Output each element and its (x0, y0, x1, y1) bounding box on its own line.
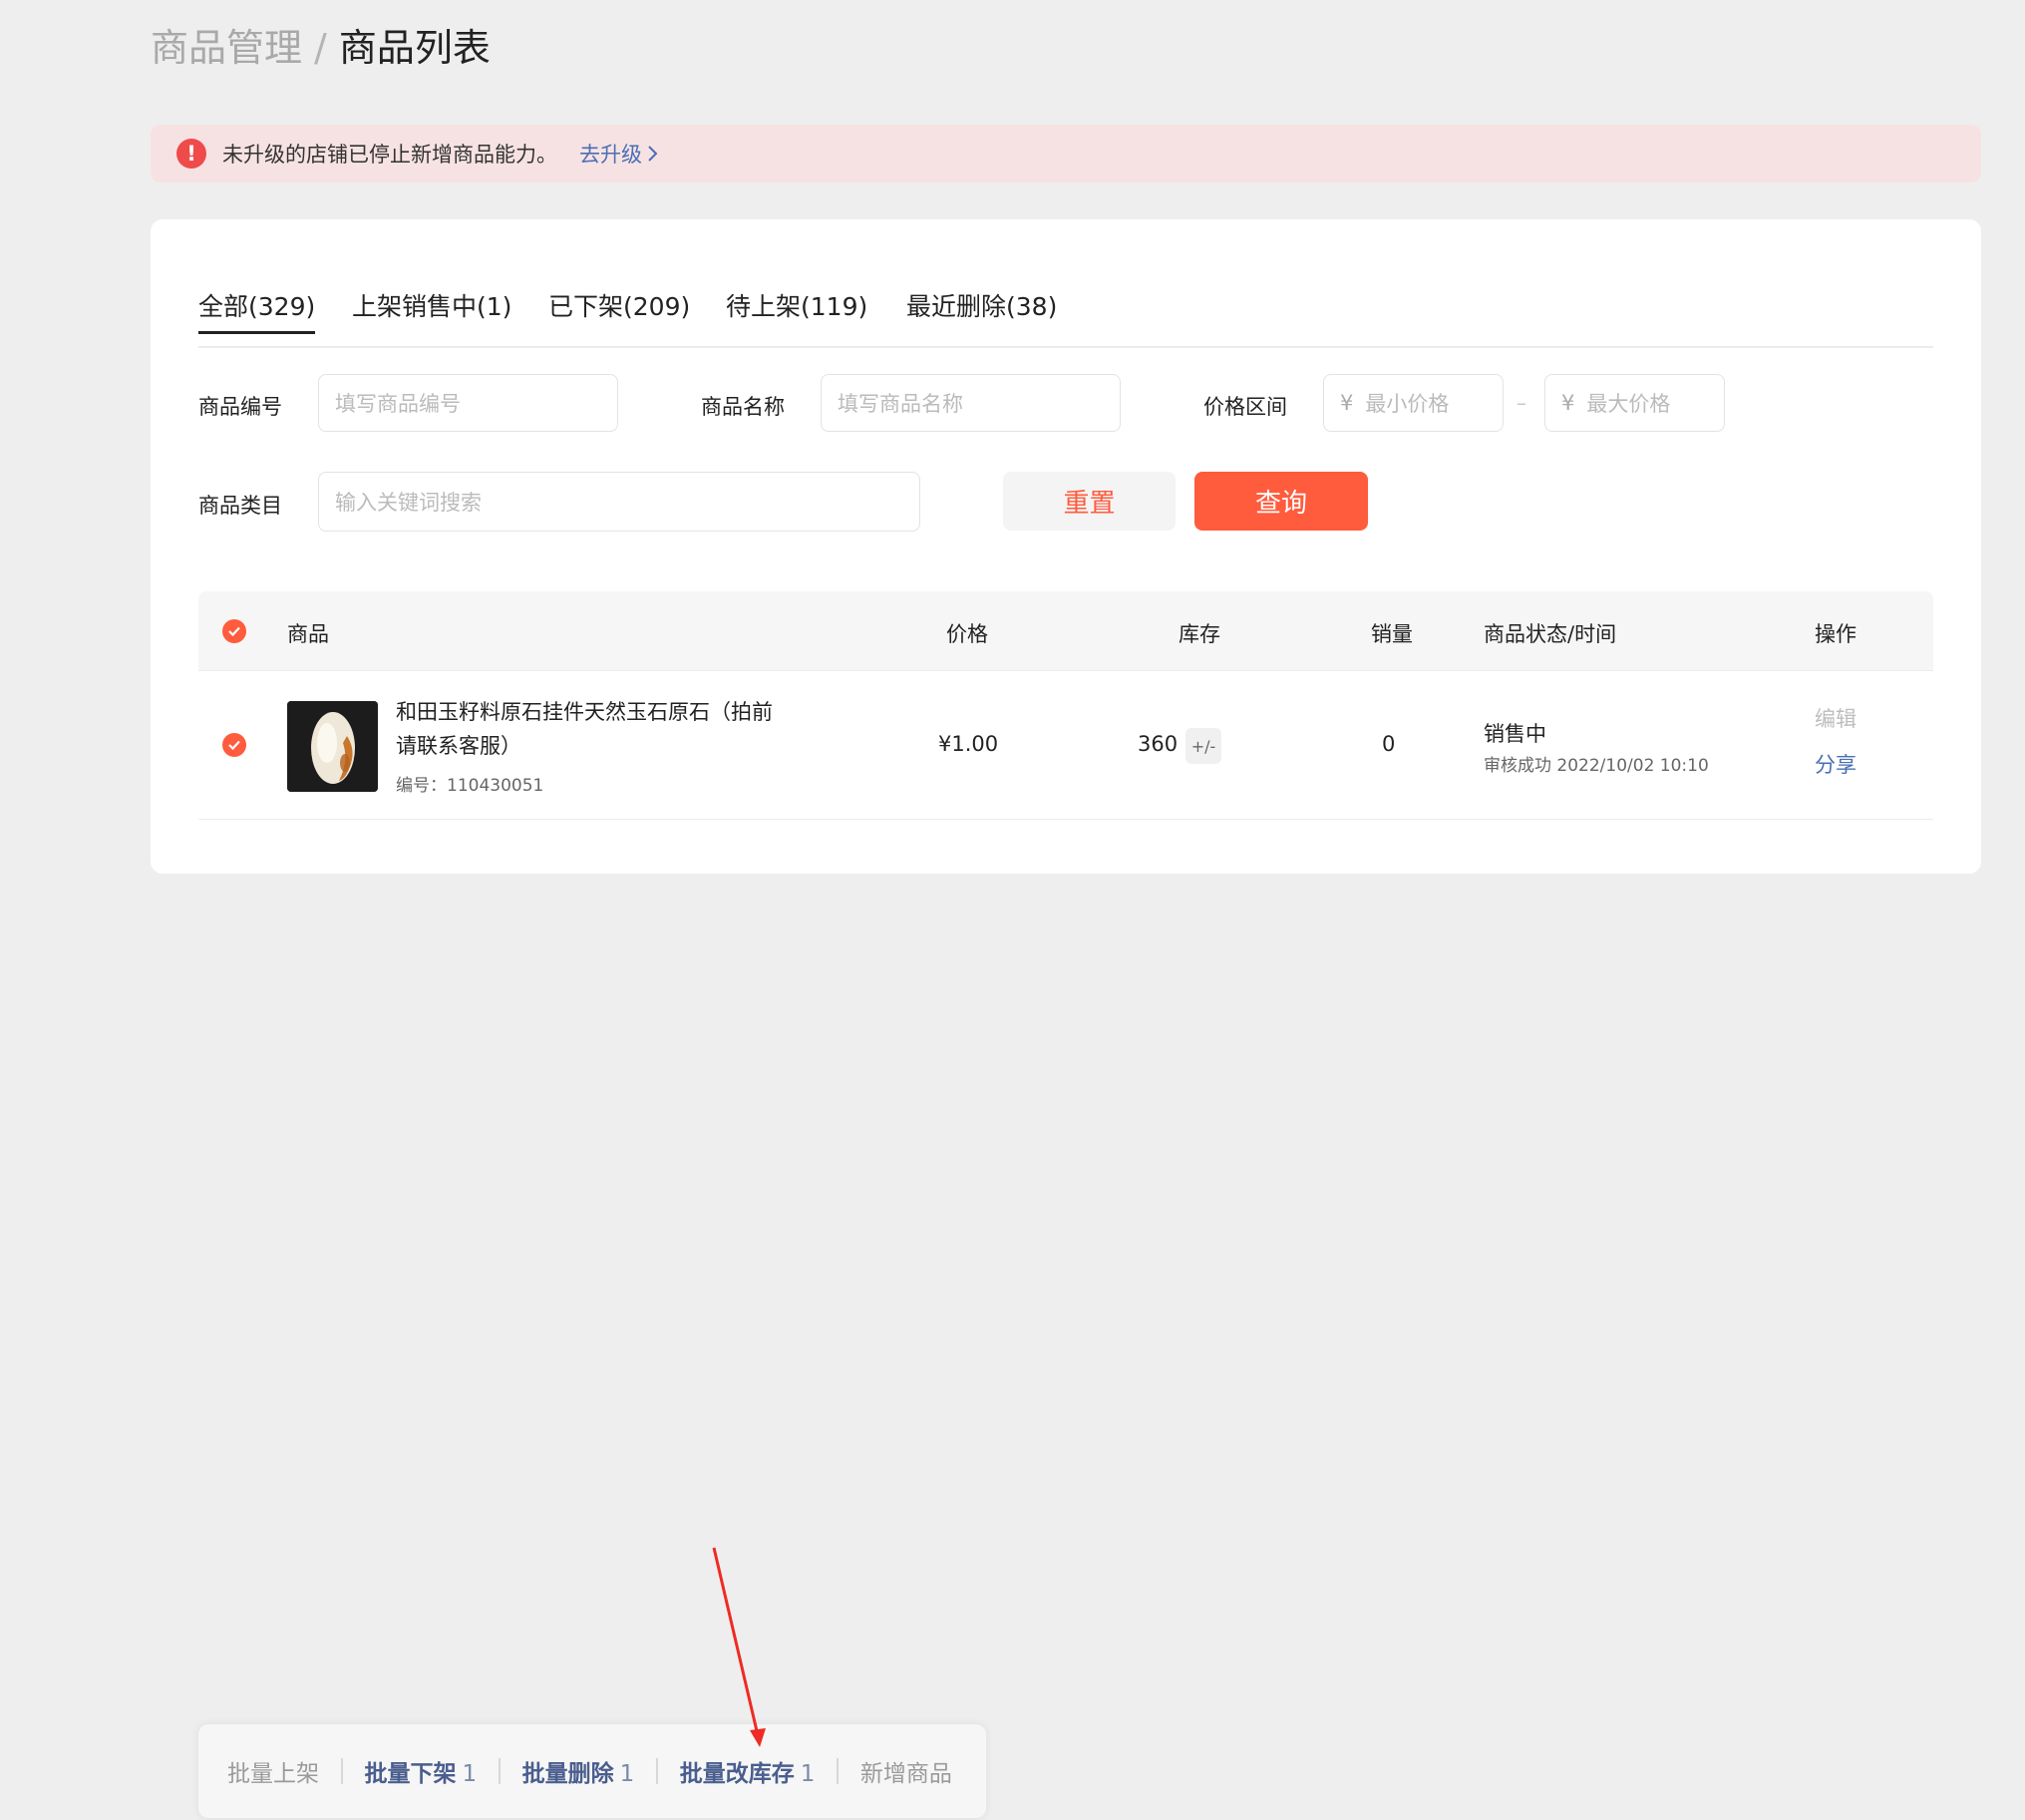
product-code: 编号：110430051 (396, 776, 544, 796)
price-range-label: 价格区间 (1203, 395, 1287, 419)
chevron-right-icon (648, 146, 658, 162)
tab-on-sale[interactable]: 上架销售中(1) (352, 287, 511, 323)
query-button[interactable]: 查询 (1194, 472, 1368, 531)
tab-off-shelf[interactable]: 已下架(209) (548, 287, 690, 323)
product-sales: 0 (1382, 732, 1396, 756)
header-product: 商品 (287, 622, 329, 646)
tab-all[interactable]: 全部(329) (198, 287, 316, 334)
batch-stock-label: 批量改库存 (679, 1761, 795, 1787)
share-link[interactable]: 分享 (1815, 749, 1856, 779)
header-sales: 销量 (1371, 622, 1413, 646)
table-header: 商品 价格 库存 销量 商品状态/时间 操作 (198, 591, 1933, 671)
batch-delete-button[interactable]: 批量删除 1 (522, 1754, 635, 1788)
row-checkbox[interactable] (222, 733, 246, 757)
reset-button[interactable]: 重置 (1003, 472, 1176, 531)
code-placeholder: 填写商品编号 (335, 392, 461, 416)
batch-unlist-count: 1 (462, 1761, 478, 1787)
product-price: ¥1.00 (938, 732, 999, 756)
code-input[interactable]: 填写商品编号 (318, 374, 618, 432)
category-search-input[interactable]: 输入关键词搜索 (318, 472, 920, 532)
category-placeholder: 输入关键词搜索 (335, 491, 482, 515)
min-price-placeholder: 最小价格 (1365, 392, 1450, 416)
bar-divider (837, 1758, 839, 1784)
check-icon (228, 626, 240, 637)
product-list-card: 全部(329) 上架销售中(1) 已下架(209) 待上架(119) 最近删除(… (151, 219, 1981, 874)
status-time: 审核成功 2022/10/02 10:10 (1484, 756, 1709, 776)
product-name[interactable]: 和田玉籽料原石挂件天然玉石原石（拍前请联系客服） (396, 695, 775, 763)
add-product-button[interactable]: 新增商品 (860, 1754, 952, 1788)
batch-unlist-button[interactable]: 批量下架 1 (365, 1754, 478, 1788)
category-label: 商品类目 (198, 494, 282, 518)
stock-edit-button[interactable]: +/- (1185, 728, 1221, 764)
upgrade-link[interactable]: 去升级 (579, 139, 658, 169)
breadcrumb-parent[interactable]: 商品管理 (151, 26, 302, 70)
batch-unlist-label: 批量下架 (364, 1761, 457, 1787)
max-price-input[interactable]: ¥ 最大价格 (1544, 374, 1725, 432)
batch-delete-label: 批量删除 (521, 1761, 614, 1787)
bar-divider (656, 1758, 658, 1784)
breadcrumb: 商品管理 / 商品列表 (151, 22, 491, 74)
name-label: 商品名称 (701, 395, 785, 419)
upgrade-alert: ! 未升级的店铺已停止新增商品能力。 去升级 (151, 125, 1981, 182)
tab-recently-deleted[interactable]: 最近删除(38) (906, 287, 1057, 323)
max-price-placeholder: 最大价格 (1586, 392, 1671, 416)
header-stock: 库存 (1179, 622, 1220, 646)
page-title: 商品列表 (338, 26, 491, 70)
range-dash: – (1517, 391, 1526, 415)
name-placeholder: 填写商品名称 (838, 392, 963, 416)
status-badge: 销售中 (1484, 722, 1546, 746)
header-status: 商品状态/时间 (1484, 622, 1617, 646)
header-ops: 操作 (1815, 622, 1856, 646)
product-stock: 360 (1138, 732, 1179, 756)
alert-text: 未升级的店铺已停止新增商品能力。 (222, 143, 557, 167)
batch-stock-count: 1 (800, 1761, 816, 1787)
min-price-input[interactable]: ¥ 最小价格 (1323, 374, 1504, 432)
currency-symbol: ¥ (1340, 391, 1354, 415)
edit-link[interactable]: 编辑 (1815, 703, 1856, 733)
currency-symbol: ¥ (1561, 391, 1575, 415)
table-row: 和田玉籽料原石挂件天然玉石原石（拍前请联系客服） 编号：110430051 ¥1… (198, 671, 1933, 820)
upgrade-link-label: 去升级 (579, 143, 642, 167)
bar-divider (499, 1758, 501, 1784)
exclamation-icon: ! (176, 139, 206, 169)
select-all-checkbox[interactable] (222, 619, 246, 643)
name-input[interactable]: 填写商品名称 (821, 374, 1121, 432)
bar-divider (341, 1758, 343, 1784)
tab-pending[interactable]: 待上架(119) (726, 287, 867, 323)
status-tabs: 全部(329) 上架销售中(1) 已下架(209) 待上架(119) 最近删除(… (198, 267, 1933, 348)
batch-action-bar: 批量上架 批量下架 1 批量删除 1 批量改库存 1 新增商品 (198, 1724, 986, 1818)
check-icon (228, 740, 240, 751)
breadcrumb-separator: / (314, 26, 327, 70)
product-thumbnail[interactable] (287, 701, 378, 792)
code-label: 商品编号 (198, 395, 282, 419)
header-price: 价格 (946, 622, 988, 646)
batch-list-button[interactable]: 批量上架 (227, 1754, 319, 1788)
batch-stock-button[interactable]: 批量改库存 1 (680, 1754, 816, 1788)
batch-delete-count: 1 (619, 1761, 635, 1787)
jade-image (287, 701, 378, 792)
